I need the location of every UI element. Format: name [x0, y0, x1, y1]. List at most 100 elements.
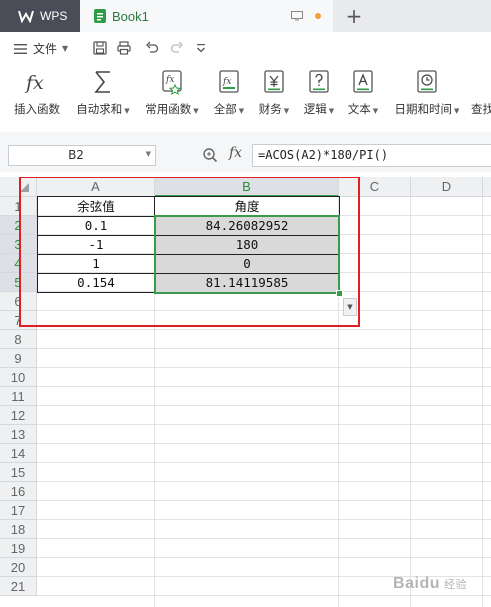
- grid-line: [37, 367, 491, 368]
- chevron-down-icon: ▼: [372, 107, 379, 115]
- chevron-down-icon: ▼: [238, 107, 245, 115]
- new-tab-button[interactable]: +: [344, 4, 364, 28]
- autosum-button[interactable]: 自动求和 ▼: [74, 68, 132, 117]
- ribbon-label: 查找: [471, 102, 491, 116]
- finance-functions-button[interactable]: 财务 ▼: [256, 68, 292, 117]
- chevron-down-icon: ▼: [283, 107, 290, 115]
- baidu-watermark: Baidu 经验: [393, 575, 467, 593]
- formula-bar: B2 ▼ fx =ACOS(A2)*180/PI(): [0, 132, 491, 172]
- hamburger-icon: [14, 43, 27, 54]
- ribbon-label: 文本: [347, 102, 371, 116]
- grid-line: [37, 386, 491, 387]
- chevron-down-icon: ▼: [124, 107, 130, 115]
- grid-line: [37, 443, 491, 444]
- redo-icon[interactable]: [170, 41, 184, 55]
- ribbon-label: 逻辑: [303, 102, 327, 116]
- fx-icon: fx: [24, 72, 44, 94]
- tab-book1[interactable]: Book1: [80, 0, 333, 32]
- formula-input[interactable]: =ACOS(A2)*180/PI(): [252, 144, 491, 167]
- zoom-search-icon[interactable]: [202, 147, 218, 163]
- svg-text:fx: fx: [222, 77, 231, 87]
- wps-home-tab[interactable]: WPS: [0, 0, 80, 32]
- grid-line: [37, 405, 491, 406]
- file-menu-button[interactable]: 文件 ▼: [14, 40, 68, 57]
- text-book-icon: [353, 70, 373, 93]
- ribbon-label: 日期和时间: [394, 102, 453, 116]
- row-header[interactable]: 8: [0, 330, 37, 349]
- doc-tab-label: Book1: [112, 8, 149, 24]
- undo-icon[interactable]: [145, 41, 159, 55]
- watermark-sub: 经验: [444, 579, 467, 591]
- grid-line: [37, 595, 491, 596]
- ribbon-label: 常用函数: [145, 102, 192, 116]
- print-icon[interactable]: [117, 41, 131, 55]
- datetime-functions-button[interactable]: 日期和时间 ▼: [392, 68, 462, 117]
- row-header[interactable]: 21: [0, 577, 37, 596]
- row-header[interactable]: 14: [0, 444, 37, 463]
- row-header[interactable]: 17: [0, 501, 37, 520]
- column-header-d[interactable]: D: [411, 177, 483, 197]
- row-header[interactable]: 15: [0, 463, 37, 482]
- unsaved-dot-icon: [315, 13, 321, 19]
- ribbon-label: 全部: [213, 102, 237, 116]
- grid-line: [37, 481, 491, 482]
- chevron-down-icon[interactable]: ▼: [146, 150, 151, 158]
- grid-line: [37, 519, 491, 520]
- formula-ribbon: fx 插入函数 自动求和 ▼ fx 常用函数 ▼ fx 全部 ▼ 财务 ▼ 逻辑…: [0, 62, 491, 124]
- sigma-icon: [94, 71, 110, 93]
- ribbon-label: 财务: [258, 102, 282, 116]
- grid-line: [37, 329, 491, 330]
- all-functions-button[interactable]: fx 全部 ▼: [209, 68, 249, 117]
- ribbon-label: 插入函数: [14, 102, 60, 116]
- row-header[interactable]: 12: [0, 406, 37, 425]
- cell-reference: B2: [68, 148, 84, 162]
- chevron-down-icon: ▼: [193, 107, 199, 115]
- grid-line: [37, 424, 491, 425]
- text-functions-button[interactable]: 文本 ▼: [345, 68, 381, 117]
- customize-toolbar-icon[interactable]: [194, 41, 208, 55]
- logic-functions-button[interactable]: 逻辑 ▼: [301, 68, 337, 117]
- svg-text:fx: fx: [24, 72, 44, 94]
- chevron-down-icon: ▼: [62, 44, 69, 53]
- star-function-icon: fx: [162, 70, 182, 95]
- grid-line: [482, 197, 483, 607]
- row-header[interactable]: 16: [0, 482, 37, 501]
- insert-function-button[interactable]: fx 插入函数: [12, 68, 62, 117]
- row-header[interactable]: 20: [0, 558, 37, 577]
- spreadsheet-icon: [94, 9, 106, 23]
- row-header[interactable]: 18: [0, 520, 37, 539]
- file-menu-label: 文件: [33, 42, 58, 56]
- watermark-brand: Baidu: [393, 575, 440, 592]
- wps-logo-icon: [18, 10, 34, 23]
- grid-line: [37, 462, 491, 463]
- ribbon-label: 自动求和: [76, 102, 123, 116]
- svg-text:fx: fx: [165, 75, 174, 85]
- grid-line: [37, 538, 491, 539]
- row-header[interactable]: 10: [0, 368, 37, 387]
- row-header[interactable]: 19: [0, 539, 37, 558]
- name-box[interactable]: B2 ▼: [8, 145, 156, 166]
- red-highlight-box: [19, 177, 360, 327]
- quick-access-toolbar: 文件 ▼: [0, 32, 491, 62]
- grid-line: [37, 557, 491, 558]
- function-book-icon: fx: [219, 70, 239, 93]
- lookup-functions-button[interactable]: 查找: [471, 68, 491, 117]
- spreadsheet-grid[interactable]: A B C D 1 2 3 4 5 6 7 8 9 10 11 12 13 14 15 16 17 18 19 20 2…: [0, 177, 491, 607]
- grid-line: [37, 500, 491, 501]
- row-header[interactable]: 9: [0, 349, 37, 368]
- column-header-e[interactable]: [483, 177, 491, 197]
- row-header[interactable]: 13: [0, 425, 37, 444]
- grid-line: [37, 348, 491, 349]
- row-header[interactable]: 11: [0, 387, 37, 406]
- title-bar: WPS Book1 +: [0, 0, 491, 32]
- fx-insert-icon[interactable]: fx: [229, 145, 242, 161]
- clock-book-icon: [417, 70, 437, 93]
- chevron-down-icon: ▼: [454, 107, 460, 115]
- chevron-down-icon: ▼: [328, 107, 335, 115]
- save-icon[interactable]: [93, 41, 107, 55]
- common-functions-button[interactable]: fx 常用函数 ▼: [142, 68, 202, 117]
- grid-line: [410, 197, 411, 607]
- wps-app-label: WPS: [40, 9, 68, 23]
- monitor-icon[interactable]: [291, 11, 303, 21]
- question-book-icon: [309, 70, 329, 93]
